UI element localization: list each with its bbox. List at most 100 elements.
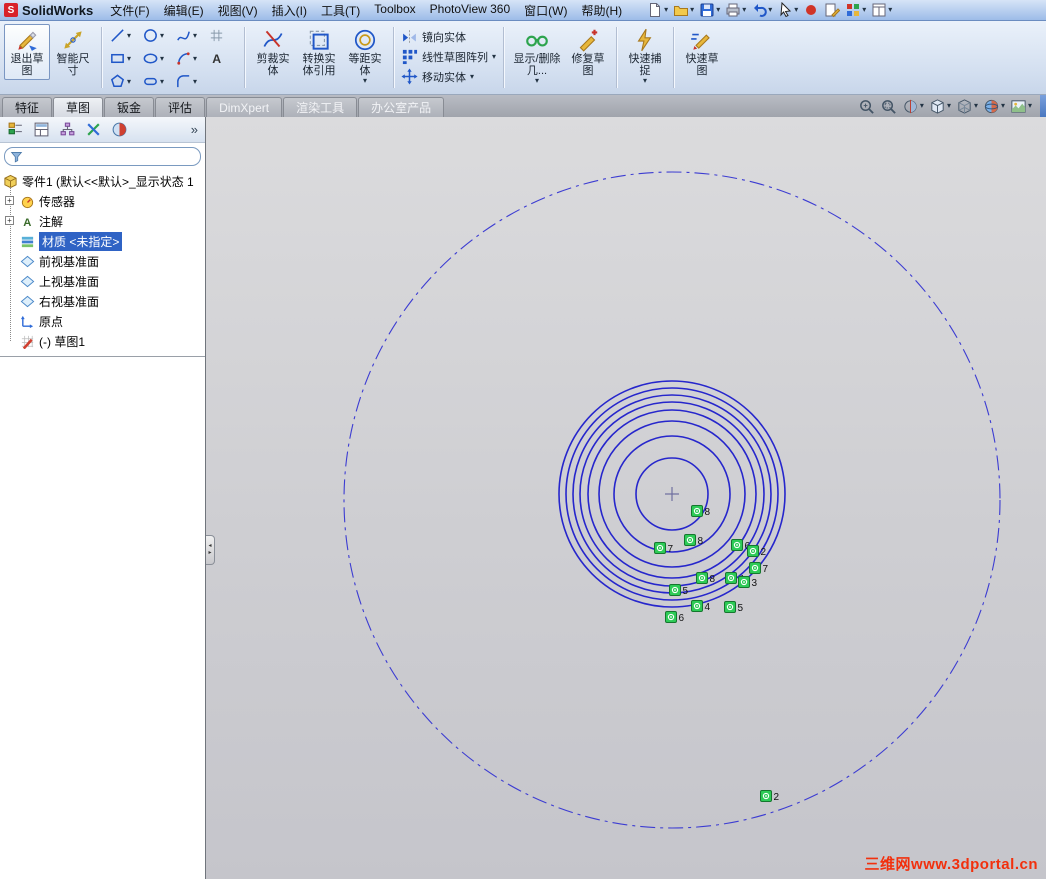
smart-dimension-button[interactable]: 智能尺寸 xyxy=(50,24,96,80)
tab-sheet-metal[interactable]: 钣金 xyxy=(104,97,154,117)
dropdown-caret[interactable]: ▾ xyxy=(794,6,798,14)
tab-features[interactable]: 特征 xyxy=(2,97,52,117)
relation-marker-8[interactable]: 8 xyxy=(685,535,704,548)
ellipse-tool-button[interactable]: ▾ xyxy=(140,47,173,70)
dropdown-caret[interactable]: ▾ xyxy=(1001,102,1005,110)
dropdown-caret[interactable]: ▾ xyxy=(160,32,164,40)
filter-input[interactable] xyxy=(26,149,195,164)
tree-item-sketch1[interactable]: (-) 草图1 xyxy=(0,331,205,351)
relation-marker-2[interactable]: 2 xyxy=(748,546,767,559)
relation-marker-8[interactable]: 8 xyxy=(697,573,716,586)
repair-sketch-button[interactable]: 修复草图 xyxy=(565,24,611,80)
sketch-origin[interactable] xyxy=(665,487,679,501)
relation-marker-6[interactable]: 6 xyxy=(666,612,685,625)
dropdown-caret[interactable]: ▾ xyxy=(127,32,131,40)
featuremanager-tab[interactable] xyxy=(7,121,24,138)
move-entities-button[interactable]: 移动实体 ▾ xyxy=(401,68,496,85)
arc-tool-button[interactable]: ▾ xyxy=(173,47,206,70)
menu-edit[interactable]: 编辑(E) xyxy=(157,0,211,21)
relation-marker-3[interactable]: 3 xyxy=(739,577,758,590)
dropdown-caret[interactable]: ▾ xyxy=(160,78,164,86)
dropdown-caret[interactable]: ▾ xyxy=(127,55,131,63)
tab-office-products[interactable]: 办公室产品 xyxy=(358,97,444,117)
dropdown-caret[interactable]: ▾ xyxy=(492,53,496,61)
menu-photoview-360[interactable]: PhotoView 360 xyxy=(423,0,518,21)
dropdown-caret[interactable]: ▾ xyxy=(470,73,474,81)
appearances-button[interactable]: ▾ xyxy=(983,98,1005,115)
zoom-area-button[interactable] xyxy=(880,98,897,115)
graphics-area[interactable]: 88762743854562 ◂▸ 三维网www.3dportal.cn xyxy=(206,117,1046,879)
menu-file[interactable]: 文件(F) xyxy=(103,0,156,21)
dropdown-caret[interactable]: ▾ xyxy=(742,6,746,14)
mirror-entities-button[interactable]: 镜向实体 xyxy=(401,28,496,45)
view-orientation-button[interactable]: ▾ xyxy=(929,98,951,115)
menu-window[interactable]: 窗口(W) xyxy=(517,0,574,21)
text-tool-button[interactable]: A xyxy=(206,47,239,70)
undo-button[interactable]: ▾ xyxy=(751,2,772,18)
panel-splitter-handle[interactable]: ◂▸ xyxy=(206,535,215,565)
rectangle-tool-button[interactable]: ▾ xyxy=(107,47,140,70)
displaymanager-tab[interactable] xyxy=(111,121,128,138)
exit-sketch-button[interactable]: 退出草图 xyxy=(4,24,50,80)
polygon-tool-button[interactable]: ▾ xyxy=(107,70,140,93)
tree-root-part[interactable]: 零件1 (默认<<默认>_显示状态 1 xyxy=(0,171,205,191)
tab-render-tools[interactable]: 渲染工具 xyxy=(283,97,357,117)
open-button[interactable]: ▾ xyxy=(673,2,694,18)
menu-insert[interactable]: 插入(I) xyxy=(265,0,314,21)
convert-entities-button[interactable]: 转换实体引用 xyxy=(296,24,342,80)
expander-plus-icon[interactable]: + xyxy=(5,216,14,225)
section-view-button[interactable]: ▾ xyxy=(902,98,924,115)
print-button[interactable]: ▾ xyxy=(725,2,746,18)
relation-marker-7[interactable]: 7 xyxy=(655,543,674,556)
display-delete-relations-button[interactable]: 显示/删除几... ▾ xyxy=(509,24,565,88)
panel-overflow-chevron[interactable]: » xyxy=(191,122,198,137)
menu-toolbox[interactable]: Toolbox xyxy=(367,0,422,21)
tab-sketch[interactable]: 草图 xyxy=(53,97,103,117)
dropdown-caret[interactable]: ▾ xyxy=(193,55,197,63)
relation-marker-8[interactable]: 8 xyxy=(692,506,711,519)
rapid-sketch-button[interactable]: 快速草图 xyxy=(679,24,725,80)
dropdown-caret[interactable]: ▾ xyxy=(160,55,164,63)
tree-item-front-plane[interactable]: 前视基准面 xyxy=(0,251,205,271)
panels-button[interactable]: ▾ xyxy=(871,2,892,18)
slot-tool-button[interactable]: ▾ xyxy=(140,70,173,93)
tree-item-sensors[interactable]: +传感器 xyxy=(0,191,205,211)
dropdown-caret[interactable]: ▾ xyxy=(664,6,668,14)
propertymanager-tab[interactable] xyxy=(33,121,50,138)
tree-item-right-plane[interactable]: 右视基准面 xyxy=(0,291,205,311)
dropdown-caret[interactable]: ▾ xyxy=(947,102,951,110)
tab-dimxpert[interactable]: DimXpert xyxy=(206,97,282,117)
select-button[interactable]: ▾ xyxy=(777,2,798,18)
relation-marker-5[interactable]: 5 xyxy=(670,585,689,598)
view-settings-button[interactable]: ▾ xyxy=(1010,98,1032,115)
menu-help[interactable]: 帮助(H) xyxy=(574,0,629,21)
relation-marker-2[interactable]: 2 xyxy=(761,791,780,804)
offset-entities-button[interactable]: 等距实体 ▾ xyxy=(342,24,388,88)
zoom-fit-button[interactable] xyxy=(858,98,875,115)
dropdown-caret[interactable]: ▾ xyxy=(193,32,197,40)
dropdown-caret[interactable]: ▾ xyxy=(974,102,978,110)
spline-tool-button[interactable]: ▾ xyxy=(173,24,206,47)
tree-item-top-plane[interactable]: 上视基准面 xyxy=(0,271,205,291)
fillet-tool-button[interactable]: ▾ xyxy=(173,70,206,93)
dropdown-caret[interactable]: ▾ xyxy=(1028,102,1032,110)
tree-item-origin[interactable]: 原点 xyxy=(0,311,205,331)
save-button[interactable]: ▾ xyxy=(699,2,720,18)
dimxpertmanager-tab[interactable] xyxy=(85,121,102,138)
dropdown-caret[interactable]: ▾ xyxy=(127,78,131,86)
configurationmanager-tab[interactable] xyxy=(59,121,76,138)
dropdown-caret[interactable]: ▾ xyxy=(690,6,694,14)
linear-sketch-pattern-button[interactable]: 线性草图阵列 ▾ xyxy=(401,48,496,65)
tree-item-material[interactable]: 材质 <未指定> xyxy=(0,231,205,251)
dropdown-caret[interactable]: ▾ xyxy=(920,102,924,110)
relation-marker-7[interactable]: 7 xyxy=(750,563,769,576)
relation-marker-5[interactable]: 5 xyxy=(725,602,744,615)
dropdown-caret[interactable]: ▾ xyxy=(535,77,539,85)
dropdown-caret[interactable]: ▾ xyxy=(363,77,367,85)
circle-tool-button[interactable]: ▾ xyxy=(140,24,173,47)
expander-plus-icon[interactable]: + xyxy=(5,196,14,205)
sketch-grid-tool-button[interactable] xyxy=(206,24,239,47)
trim-entities-button[interactable]: 剪裁实体 xyxy=(250,24,296,80)
task-pane-edge[interactable] xyxy=(1040,95,1046,117)
options-button[interactable]: ▾ xyxy=(845,2,866,18)
